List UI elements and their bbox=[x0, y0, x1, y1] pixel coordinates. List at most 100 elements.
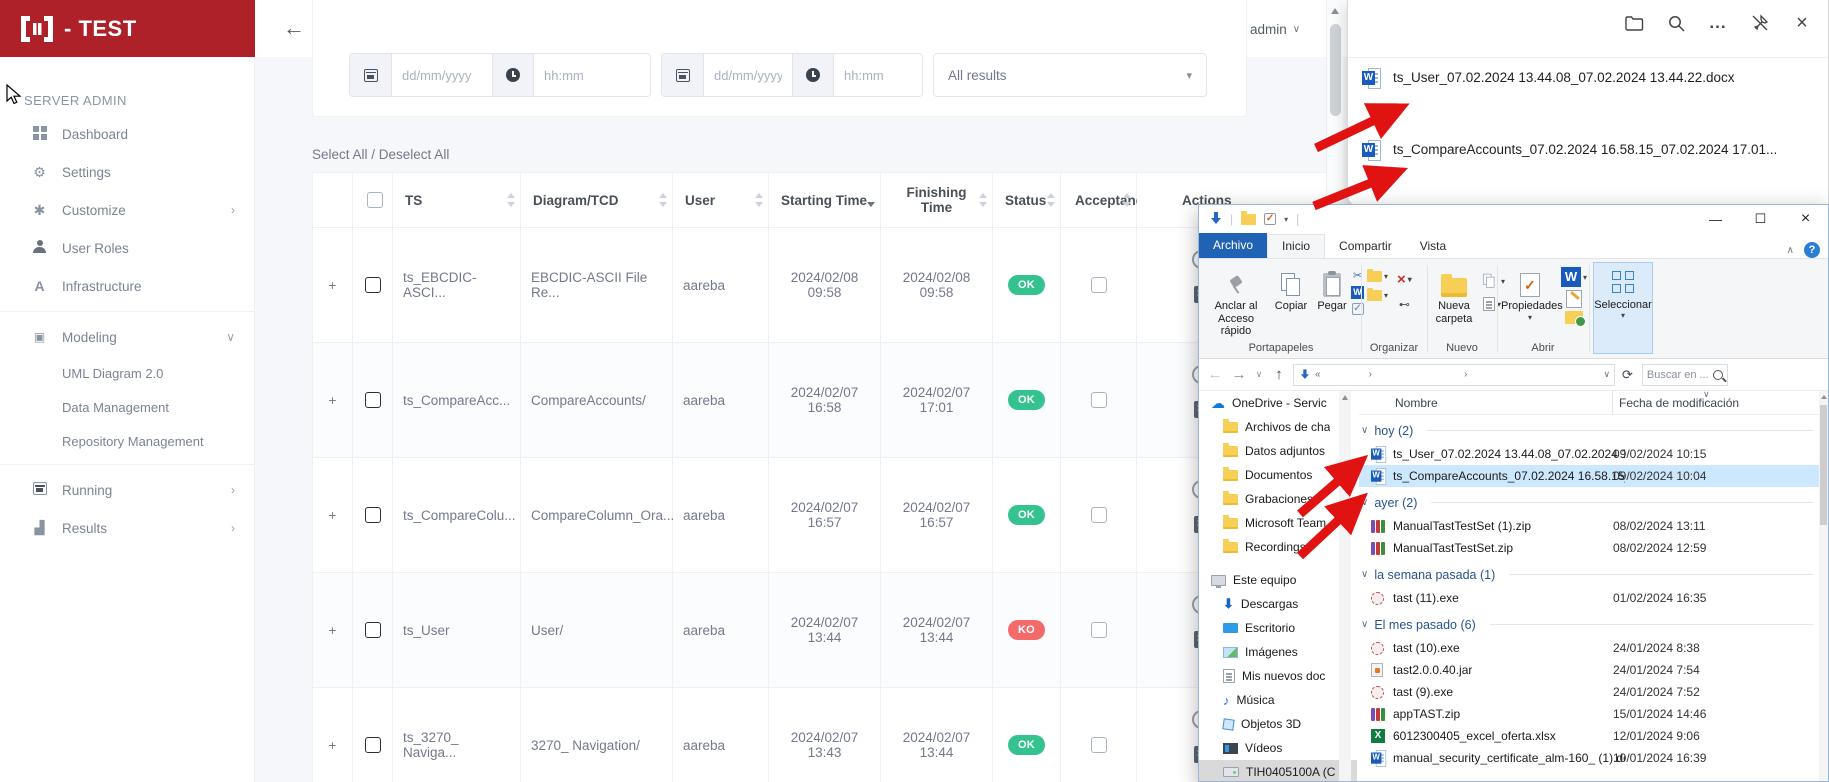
tab-inicio[interactable]: Inicio bbox=[1267, 234, 1325, 258]
help-icon[interactable]: ? bbox=[1804, 242, 1820, 258]
header-status[interactable]: Status bbox=[993, 173, 1061, 228]
end-time-input[interactable] bbox=[834, 54, 922, 96]
header-user[interactable]: User bbox=[673, 173, 769, 228]
row-checkbox[interactable] bbox=[365, 622, 381, 638]
properties-check-icon[interactable]: ✓ bbox=[1264, 213, 1276, 225]
column-date-modified[interactable]: ∨Fecha de modificación bbox=[1613, 391, 1819, 414]
more-options-icon[interactable]: ... bbox=[1708, 13, 1728, 33]
download-item[interactable]: W ts_User_07.02.2024 13.44.08_07.02.2024… bbox=[1362, 62, 1817, 118]
select-button[interactable]: Seleccionar ▾ bbox=[1593, 262, 1653, 354]
pin-quick-access-button[interactable]: Anclar al Acceso rápido bbox=[1205, 267, 1267, 338]
tree-item-folder[interactable]: Microsoft Team bbox=[1199, 511, 1357, 535]
file-row[interactable]: ManualTastTestSet.zip 08/02/2024 12:59 bbox=[1359, 537, 1819, 559]
sidebar-item-modeling[interactable]: ▣ Modeling ∨ bbox=[0, 318, 255, 356]
header-starting-time[interactable]: Starting Time bbox=[769, 173, 881, 228]
move-to-icon[interactable]: ▾ bbox=[1367, 271, 1388, 282]
edit-icon[interactable] bbox=[1566, 290, 1582, 308]
open-with-word-icon[interactable]: W▾ bbox=[1561, 267, 1587, 287]
file-row[interactable]: W ts_User_07.02.2024 13.44.08_07.02.2024… bbox=[1359, 443, 1819, 465]
header-diagram[interactable]: Diagram/TCD bbox=[521, 173, 673, 228]
clock-icon[interactable] bbox=[792, 54, 834, 96]
breadcrumb-collapse[interactable]: « bbox=[1315, 369, 1321, 380]
row-checkbox[interactable] bbox=[365, 507, 381, 523]
address-bar[interactable]: « › › ∨ bbox=[1293, 364, 1615, 386]
nav-up-icon[interactable]: ↑ bbox=[1269, 366, 1289, 383]
file-row[interactable]: X 6012300405_excel_oferta.xlsx 12/01/202… bbox=[1359, 725, 1819, 747]
tree-item-3d-objects[interactable]: Objetos 3D bbox=[1199, 712, 1357, 736]
close-button[interactable]: × bbox=[1783, 205, 1828, 233]
header-select[interactable] bbox=[353, 173, 393, 228]
clock-icon[interactable] bbox=[492, 54, 534, 96]
back-arrow-icon[interactable]: ← bbox=[283, 15, 305, 41]
address-dropdown-icon[interactable]: ∨ bbox=[1603, 369, 1610, 380]
file-group-header[interactable]: ∨la semana pasada (1) bbox=[1359, 562, 1819, 587]
tree-item-desktop[interactable]: Escritorio bbox=[1199, 616, 1357, 640]
breadcrumb-separator-icon[interactable]: › bbox=[1369, 369, 1372, 380]
sidebar-item-settings[interactable]: ⚙ Settings bbox=[0, 153, 255, 191]
header-acceptance[interactable]: Acceptance bbox=[1061, 173, 1137, 228]
tree-item-recordings[interactable]: Recordings bbox=[1199, 535, 1357, 559]
tree-scrollbar[interactable] bbox=[1339, 391, 1351, 781]
file-row[interactable]: tast2.0.0.40.jar 24/01/2024 7:54 bbox=[1359, 659, 1819, 681]
tab-compartir[interactable]: Compartir bbox=[1325, 235, 1406, 258]
file-group-header[interactable]: ∨ayer (2) bbox=[1359, 490, 1819, 515]
scroll-up-arrow-icon[interactable] bbox=[1331, 8, 1339, 14]
sidebar-item-running[interactable]: Running › bbox=[0, 471, 255, 509]
rename-icon[interactable]: ⊷ bbox=[1399, 298, 1410, 311]
nav-forward-icon[interactable]: → bbox=[1229, 366, 1249, 383]
sidebar-item-customize[interactable]: ✱ Customize › bbox=[0, 191, 255, 229]
explorer-titlebar[interactable]: | ✓ ▾ | — ☐ × bbox=[1199, 205, 1828, 233]
tree-item-folder[interactable]: Archivos de cha bbox=[1199, 415, 1357, 439]
history-icon[interactable] bbox=[1565, 311, 1583, 324]
start-time-input[interactable] bbox=[534, 54, 650, 96]
unpin-icon[interactable] bbox=[1750, 13, 1770, 33]
qat-customize-icon[interactable]: ▾ bbox=[1284, 215, 1288, 224]
file-row[interactable]: W manual_security_certificate_alm-160_ (… bbox=[1359, 747, 1819, 769]
row-expander[interactable]: + bbox=[313, 343, 353, 458]
tree-item-folder[interactable]: Grabaciones bbox=[1199, 487, 1357, 511]
nav-back-icon[interactable]: ← bbox=[1205, 366, 1225, 383]
sidebar-item-user-roles[interactable]: User Roles bbox=[0, 229, 255, 267]
row-expander[interactable]: + bbox=[313, 228, 353, 343]
row-expander[interactable]: + bbox=[313, 573, 353, 688]
row-expander[interactable]: + bbox=[313, 688, 353, 782]
collapse-ribbon-icon[interactable]: ∧ bbox=[1787, 245, 1794, 256]
download-item[interactable]: W ts_CompareAccounts_07.02.2024 16.58.15… bbox=[1362, 134, 1817, 190]
paste-button[interactable]: Pegar bbox=[1313, 267, 1351, 313]
tree-item-onedrive[interactable]: ☁OneDrive - Servic bbox=[1199, 391, 1357, 415]
copy-button[interactable]: Copiar bbox=[1269, 267, 1313, 313]
acceptance-checkbox[interactable] bbox=[1091, 622, 1107, 638]
close-icon[interactable]: × bbox=[1792, 13, 1812, 33]
refresh-icon[interactable]: ⟳ bbox=[1619, 367, 1636, 383]
maximize-button[interactable]: ☐ bbox=[1738, 205, 1783, 233]
sidebar-item-infrastructure[interactable]: A Infrastructure bbox=[0, 267, 255, 305]
sidebar-item-dashboard[interactable]: Dashboard bbox=[0, 115, 255, 153]
scrollbar-thumb[interactable] bbox=[1330, 24, 1341, 116]
tree-item-folder[interactable]: Documentos bbox=[1199, 463, 1357, 487]
file-row[interactable]: tast (9).exe 24/01/2024 7:52 bbox=[1359, 681, 1819, 703]
properties-button[interactable]: Propiedades ▾ bbox=[1501, 267, 1559, 322]
search-downloads-icon[interactable] bbox=[1666, 13, 1686, 33]
file-group-header[interactable]: ∨El mes pasado (6) bbox=[1359, 612, 1819, 637]
select-all-toggle[interactable]: Select All / Deselect All bbox=[312, 147, 449, 162]
row-checkbox[interactable] bbox=[365, 737, 381, 753]
row-checkbox[interactable] bbox=[365, 277, 381, 293]
minimize-button[interactable]: — bbox=[1693, 205, 1738, 233]
file-row[interactable]: tast (11).exe 01/02/2024 16:35 bbox=[1359, 587, 1819, 609]
file-list-scrollbar[interactable] bbox=[1819, 391, 1828, 781]
row-expander[interactable]: + bbox=[313, 458, 353, 573]
nav-history-chevron-icon[interactable]: ∨ bbox=[1253, 369, 1265, 380]
tab-vista[interactable]: Vista bbox=[1406, 235, 1460, 258]
start-date-input[interactable] bbox=[392, 54, 492, 96]
sidebar-item-results[interactable]: ▟ Results › bbox=[0, 509, 255, 547]
tree-item-pictures[interactable]: Imágenes bbox=[1199, 640, 1357, 664]
explorer-search-box[interactable]: Buscar en ... bbox=[1642, 364, 1728, 386]
open-folder-icon[interactable] bbox=[1624, 13, 1644, 33]
delete-icon[interactable]: ×▾ bbox=[1397, 271, 1412, 288]
results-filter-select[interactable]: All results ▾ bbox=[933, 53, 1207, 97]
row-checkbox[interactable] bbox=[365, 392, 381, 408]
file-group-header[interactable]: ∨hoy (2) bbox=[1359, 418, 1819, 443]
tree-item-drive-c[interactable]: TIH0405100A (C bbox=[1199, 760, 1357, 781]
folder-icon[interactable] bbox=[1241, 214, 1256, 225]
acceptance-checkbox[interactable] bbox=[1091, 277, 1107, 293]
